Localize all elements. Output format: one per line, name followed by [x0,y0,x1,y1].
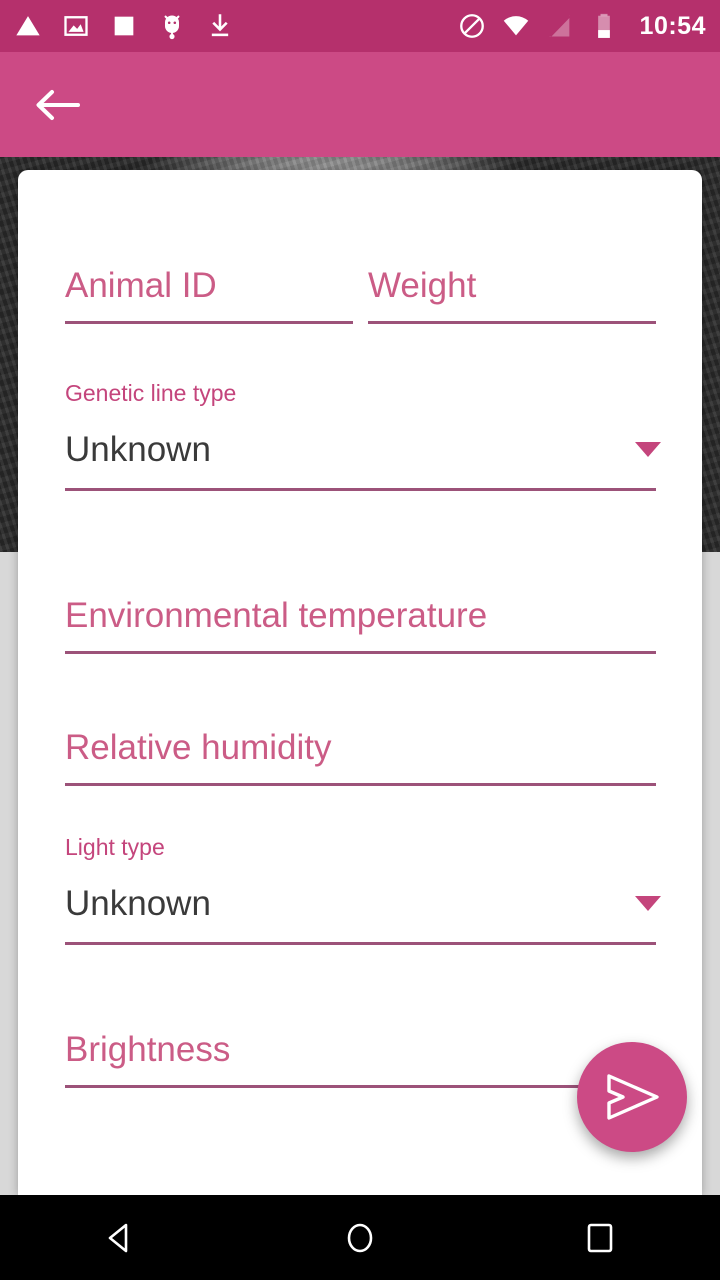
do-not-disturb-icon [459,14,484,38]
send-icon [607,1074,659,1120]
genetic-line-type-value[interactable]: Unknown [65,432,211,467]
android-nav-bar [0,1195,720,1280]
chevron-down-icon[interactable] [635,442,661,457]
relative-humidity-placeholder: Relative humidity [65,728,332,767]
nav-recents-icon [587,1223,613,1252]
brightness-input[interactable]: Brightness [65,1032,656,1088]
android-debug-icon [164,15,180,40]
phone-screen: 10:54 Animal ID Weight Genetic line type… [0,0,720,1280]
square-icon [114,16,134,36]
signal-off-icon [548,15,570,37]
environmental-temperature-placeholder: Environmental temperature [65,596,488,635]
status-bar-clock: 10:54 [639,11,706,40]
light-type-value[interactable]: Unknown [65,886,211,921]
status-bar-left-icons [14,12,234,40]
image-icon [64,16,88,36]
weight-placeholder: Weight [368,266,477,305]
back-arrow-icon [36,89,80,120]
brightness-placeholder: Brightness [65,1030,231,1069]
wifi-icon [503,16,528,36]
light-type-label: Light type [65,834,165,860]
genetic-line-type-underline [65,488,656,491]
status-bar: 10:54 [0,0,720,52]
warning-triangle-icon [16,16,40,36]
chevron-down-icon[interactable] [635,896,661,911]
app-bar [0,52,720,157]
form-area: Animal ID Weight Genetic line type Unkno… [18,170,702,1195]
nav-home-button[interactable] [315,1195,405,1280]
status-bar-right-icons: 10:54 [458,12,706,40]
back-button[interactable] [30,78,84,132]
animal-id-placeholder: Animal ID [65,266,217,305]
animal-id-input[interactable]: Animal ID [65,268,353,324]
animal-record-dialog: Animal ID Weight Genetic line type Unkno… [18,170,702,1195]
submit-fab[interactable] [577,1042,687,1152]
download-icon [211,14,229,37]
nav-back-icon [108,1223,128,1252]
light-type-underline [65,942,656,945]
nav-recents-button[interactable] [555,1195,645,1280]
environmental-temperature-input[interactable]: Environmental temperature [65,598,656,654]
nav-home-icon [347,1223,373,1252]
battery-low-icon [597,13,610,38]
nav-back-button[interactable] [75,1195,165,1280]
weight-input[interactable]: Weight [368,268,656,324]
genetic-line-type-label: Genetic line type [65,380,237,406]
relative-humidity-input[interactable]: Relative humidity [65,730,656,786]
